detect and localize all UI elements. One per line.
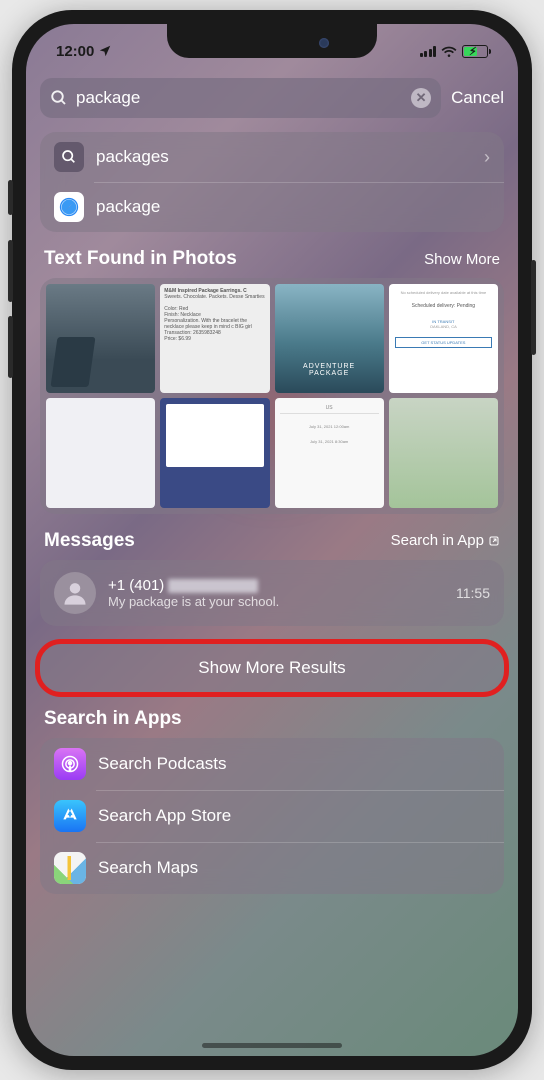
photos-section-title: Text Found in Photos — [44, 248, 237, 270]
open-in-app-icon — [488, 535, 500, 547]
message-time: 11:55 — [456, 585, 490, 601]
podcasts-icon — [54, 748, 86, 780]
photo-result[interactable]: US July 31, 2021 12:00am July 31, 2021 8… — [275, 398, 384, 507]
search-maps-row[interactable]: Search Maps — [40, 842, 504, 894]
message-row[interactable]: +1 (401) My package is at your school. 1… — [40, 560, 504, 626]
clear-search-button[interactable]: ✕ — [411, 88, 431, 108]
app-row-label: Search App Store — [98, 806, 231, 826]
status-time: 12:00 — [56, 43, 94, 60]
message-from: +1 (401) — [108, 577, 444, 594]
app-row-label: Search Maps — [98, 858, 198, 878]
redacted-number — [168, 579, 258, 593]
cancel-button[interactable]: Cancel — [451, 88, 504, 108]
photo-result[interactable]: ADVENTUREPACKAGE — [275, 284, 384, 393]
screen: 12:00 ⚡︎ package ✕ Cancel — [26, 24, 518, 1056]
search-icon — [54, 142, 84, 172]
home-indicator[interactable] — [202, 1043, 342, 1048]
photo-result[interactable] — [389, 398, 498, 507]
messages-section-title: Messages — [44, 530, 135, 552]
search-podcasts-row[interactable]: Search Podcasts — [40, 738, 504, 790]
suggestion-package-safari[interactable]: package — [40, 182, 504, 232]
wifi-icon — [441, 45, 457, 57]
photo-result[interactable] — [46, 398, 155, 507]
messages-search-in-app-button[interactable]: Search in App — [391, 532, 500, 549]
photo-result[interactable]: M&M Inspired Package Earrings. C Sweets.… — [160, 284, 269, 393]
maps-icon — [54, 852, 86, 884]
photo-result[interactable]: No scheduled delivery date available at … — [389, 284, 498, 393]
volume-up-button[interactable] — [8, 240, 13, 302]
search-in-apps-card: Search Podcasts Search App Store Search … — [40, 738, 504, 894]
app-row-label: Search Podcasts — [98, 754, 227, 774]
search-input[interactable]: package ✕ — [40, 78, 441, 118]
suggestions-card: packages › package — [40, 132, 504, 232]
volume-down-button[interactable] — [8, 316, 13, 378]
suggestion-packages[interactable]: packages › — [40, 132, 504, 182]
cell-signal-icon — [420, 46, 437, 57]
power-button[interactable] — [531, 260, 536, 355]
battery-icon: ⚡︎ — [462, 45, 488, 58]
photo-result[interactable] — [160, 398, 269, 507]
chevron-right-icon: › — [484, 147, 490, 168]
photo-result[interactable] — [46, 284, 155, 393]
location-icon — [98, 44, 112, 58]
photos-show-more-button[interactable]: Show More — [424, 251, 500, 268]
search-query-text: package — [68, 88, 411, 108]
suggestion-label: packages — [96, 147, 472, 167]
notch — [167, 24, 377, 58]
safari-icon — [54, 192, 84, 222]
search-appstore-row[interactable]: Search App Store — [40, 790, 504, 842]
appstore-icon — [54, 800, 86, 832]
messages-card: +1 (401) My package is at your school. 1… — [40, 560, 504, 626]
avatar-icon — [54, 572, 96, 614]
message-preview: My package is at your school. — [108, 594, 444, 609]
search-icon — [50, 89, 68, 107]
mute-switch[interactable] — [8, 180, 13, 215]
suggestion-label: package — [96, 197, 490, 217]
phone-frame: 12:00 ⚡︎ package ✕ Cancel — [12, 10, 532, 1070]
search-in-apps-title: Search in Apps — [44, 708, 182, 730]
photos-card: M&M Inspired Package Earrings. C Sweets.… — [40, 278, 504, 514]
show-more-results-button[interactable]: Show More Results — [40, 644, 504, 692]
